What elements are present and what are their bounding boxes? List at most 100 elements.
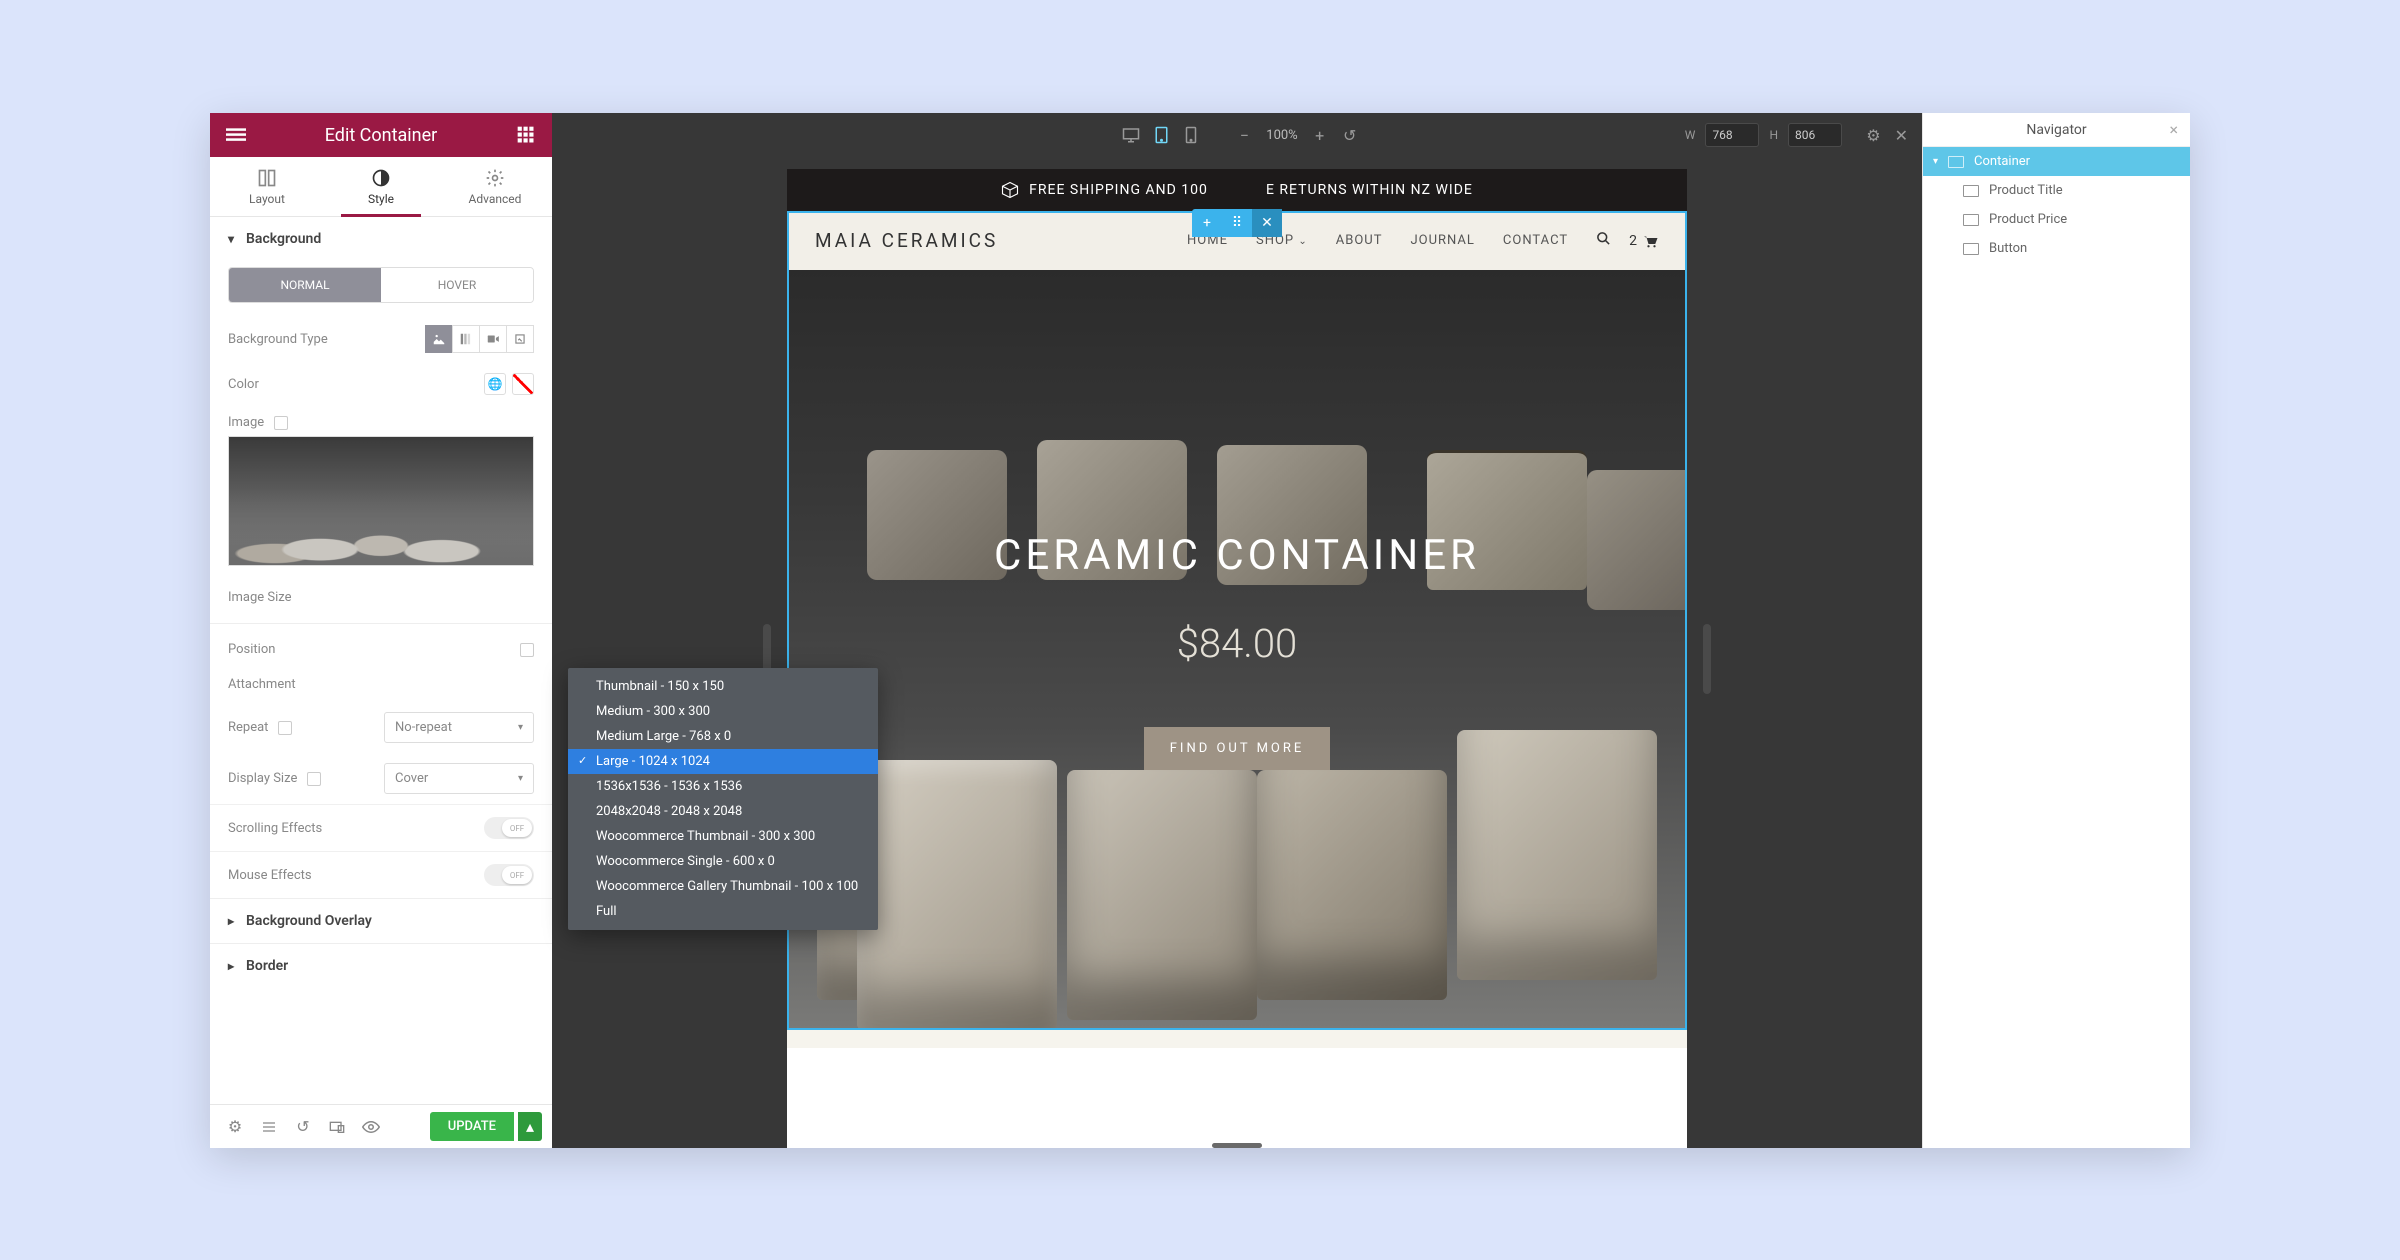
nav-about[interactable]: ABOUT bbox=[1336, 233, 1383, 248]
device-desktop-icon[interactable] bbox=[1116, 120, 1146, 150]
chevron-right-icon: ▸ bbox=[228, 959, 234, 973]
close-icon[interactable]: × bbox=[2169, 120, 2178, 139]
dropdown-option[interactable]: 2048x2048 - 2048 x 2048 bbox=[568, 799, 878, 824]
mouse-effects-row: Mouse Effects OFF bbox=[210, 851, 552, 898]
chevron-down-icon: ▾ bbox=[1933, 156, 1938, 167]
canvas-bottom-strip bbox=[787, 1030, 1687, 1048]
update-button[interactable]: UPDATE bbox=[430, 1112, 514, 1141]
zoom-reset-button[interactable]: ↺ bbox=[1342, 126, 1358, 145]
cart-icon bbox=[1641, 233, 1659, 249]
responsive-mode-icon[interactable] bbox=[322, 1112, 352, 1142]
repeat-select[interactable]: No-repeat▾ bbox=[384, 712, 534, 743]
navigator-header: Navigator × bbox=[1923, 113, 2190, 147]
section-bg-overlay[interactable]: ▸ Background Overlay bbox=[210, 898, 552, 943]
dropdown-option[interactable]: 1536x1536 - 1536 x 1536 bbox=[568, 774, 878, 799]
image-size-dropdown: Thumbnail - 150 x 150 Medium - 300 x 300… bbox=[568, 668, 878, 930]
tree-item-product-title[interactable]: Product Title bbox=[1923, 176, 2190, 205]
panel-header: Edit Container bbox=[210, 113, 552, 157]
responsive-icon[interactable] bbox=[274, 416, 288, 430]
canvas-close-icon[interactable]: ✕ bbox=[1895, 126, 1908, 145]
seg-hover[interactable]: HOVER bbox=[381, 268, 533, 302]
responsive-icon[interactable] bbox=[520, 643, 534, 657]
dropdown-option[interactable]: Thumbnail - 150 x 150 bbox=[568, 674, 878, 699]
position-row: Position bbox=[210, 632, 552, 667]
dropdown-option[interactable]: Medium Large - 768 x 0 bbox=[568, 724, 878, 749]
image-label-row: Image bbox=[210, 405, 552, 436]
left-sidebar: Edit Container Layout Style Advanced ▾ bbox=[210, 113, 552, 1148]
dropdown-option[interactable]: Medium - 300 x 300 bbox=[568, 699, 878, 724]
responsive-icon[interactable] bbox=[307, 772, 321, 786]
dropdown-option[interactable]: Woocommerce Thumbnail - 300 x 300 bbox=[568, 824, 878, 849]
dropdown-option[interactable]: Woocommerce Gallery Thumbnail - 100 x 10… bbox=[568, 874, 878, 899]
navigator-icon[interactable] bbox=[254, 1112, 284, 1142]
panel-footer: ⚙ ↺ UPDATE ▴ bbox=[210, 1104, 552, 1148]
image-preview[interactable] bbox=[228, 436, 534, 566]
mouse-effects-toggle[interactable]: OFF bbox=[484, 864, 534, 886]
section-bg-overlay-label: Background Overlay bbox=[246, 913, 372, 929]
tab-advanced-label: Advanced bbox=[469, 192, 522, 206]
height-input[interactable] bbox=[1788, 123, 1842, 147]
hero-title: CERAMIC CONTAINER bbox=[994, 531, 1480, 580]
zoom-level: 100% bbox=[1266, 128, 1297, 143]
width-label: W bbox=[1685, 128, 1696, 142]
dimensions-group: W H bbox=[1685, 123, 1842, 147]
tree-item-product-price[interactable]: Product Price bbox=[1923, 205, 2190, 234]
cart-button[interactable]: 2 bbox=[1629, 233, 1659, 249]
bg-type-label: Background Type bbox=[228, 332, 328, 347]
device-mobile-icon[interactable] bbox=[1176, 120, 1206, 150]
edit-section-button[interactable]: ⠿ bbox=[1222, 209, 1252, 237]
dropdown-option-selected[interactable]: Large - 1024 x 1024 bbox=[568, 749, 878, 774]
nav-journal[interactable]: JOURNAL bbox=[1410, 233, 1474, 248]
update-more-button[interactable]: ▴ bbox=[518, 1112, 542, 1141]
section-border[interactable]: ▸ Border bbox=[210, 943, 552, 988]
zoom-out-button[interactable]: − bbox=[1236, 126, 1252, 145]
hero-price: $84.00 bbox=[1177, 620, 1298, 667]
tree-item-button[interactable]: Button bbox=[1923, 234, 2190, 263]
site-logo[interactable]: MAIA CERAMICS bbox=[815, 229, 998, 252]
state-toggle: NORMAL HOVER bbox=[228, 267, 534, 303]
color-picker[interactable] bbox=[512, 373, 534, 395]
canvas-settings-icon[interactable]: ⚙ bbox=[1866, 126, 1880, 145]
resize-handle-bottom[interactable] bbox=[1212, 1143, 1262, 1148]
bg-type-video-icon[interactable] bbox=[479, 325, 507, 353]
dropdown-option[interactable]: Woocommerce Single - 600 x 0 bbox=[568, 849, 878, 874]
widget-icon bbox=[1963, 243, 1979, 255]
delete-section-button[interactable]: ✕ bbox=[1252, 209, 1282, 237]
zoom-in-button[interactable]: + bbox=[1312, 126, 1328, 145]
display-size-select[interactable]: Cover▾ bbox=[384, 763, 534, 794]
mouse-effects-label: Mouse Effects bbox=[228, 868, 312, 883]
tree-item-container[interactable]: ▾ Container bbox=[1923, 147, 2190, 176]
widgets-grid-icon[interactable] bbox=[514, 123, 538, 147]
bg-type-slideshow-icon[interactable] bbox=[506, 325, 534, 353]
resize-handle-right[interactable] bbox=[1703, 624, 1711, 694]
add-section-button[interactable]: + bbox=[1192, 209, 1222, 237]
search-icon[interactable] bbox=[1596, 231, 1611, 250]
attachment-label: Attachment bbox=[228, 677, 296, 692]
dropdown-option[interactable]: Full bbox=[568, 899, 878, 924]
hero-cta-button[interactable]: FIND OUT MORE bbox=[1144, 727, 1331, 770]
history-icon[interactable]: ↺ bbox=[288, 1112, 318, 1142]
device-tablet-icon[interactable] bbox=[1146, 120, 1176, 150]
settings-icon[interactable]: ⚙ bbox=[220, 1112, 250, 1142]
preview-icon[interactable] bbox=[356, 1112, 386, 1142]
seg-normal[interactable]: NORMAL bbox=[229, 268, 381, 302]
width-input[interactable] bbox=[1705, 123, 1759, 147]
image-size-row: Image Size bbox=[210, 566, 552, 615]
bg-type-classic-icon[interactable] bbox=[425, 325, 453, 353]
responsive-icon[interactable] bbox=[278, 721, 292, 735]
widget-icon bbox=[1963, 214, 1979, 226]
tab-advanced[interactable]: Advanced bbox=[438, 157, 552, 216]
nav-contact[interactable]: CONTACT bbox=[1503, 233, 1568, 248]
global-color-icon[interactable]: 🌐 bbox=[484, 373, 506, 395]
scrolling-effects-row: Scrolling Effects OFF bbox=[210, 804, 552, 851]
section-background[interactable]: ▾ Background bbox=[210, 217, 552, 261]
hamburger-icon[interactable] bbox=[224, 123, 248, 147]
display-size-label: Display Size bbox=[228, 771, 297, 786]
panel-body: ▾ Background NORMAL HOVER Background Typ… bbox=[210, 217, 552, 1104]
tab-style[interactable]: Style bbox=[324, 157, 438, 216]
panel-title: Edit Container bbox=[325, 125, 438, 146]
scrolling-effects-toggle[interactable]: OFF bbox=[484, 817, 534, 839]
bg-type-gradient-icon[interactable] bbox=[452, 325, 480, 353]
selection-handle: + ⠿ ✕ bbox=[1192, 209, 1282, 237]
tab-layout[interactable]: Layout bbox=[210, 157, 324, 216]
